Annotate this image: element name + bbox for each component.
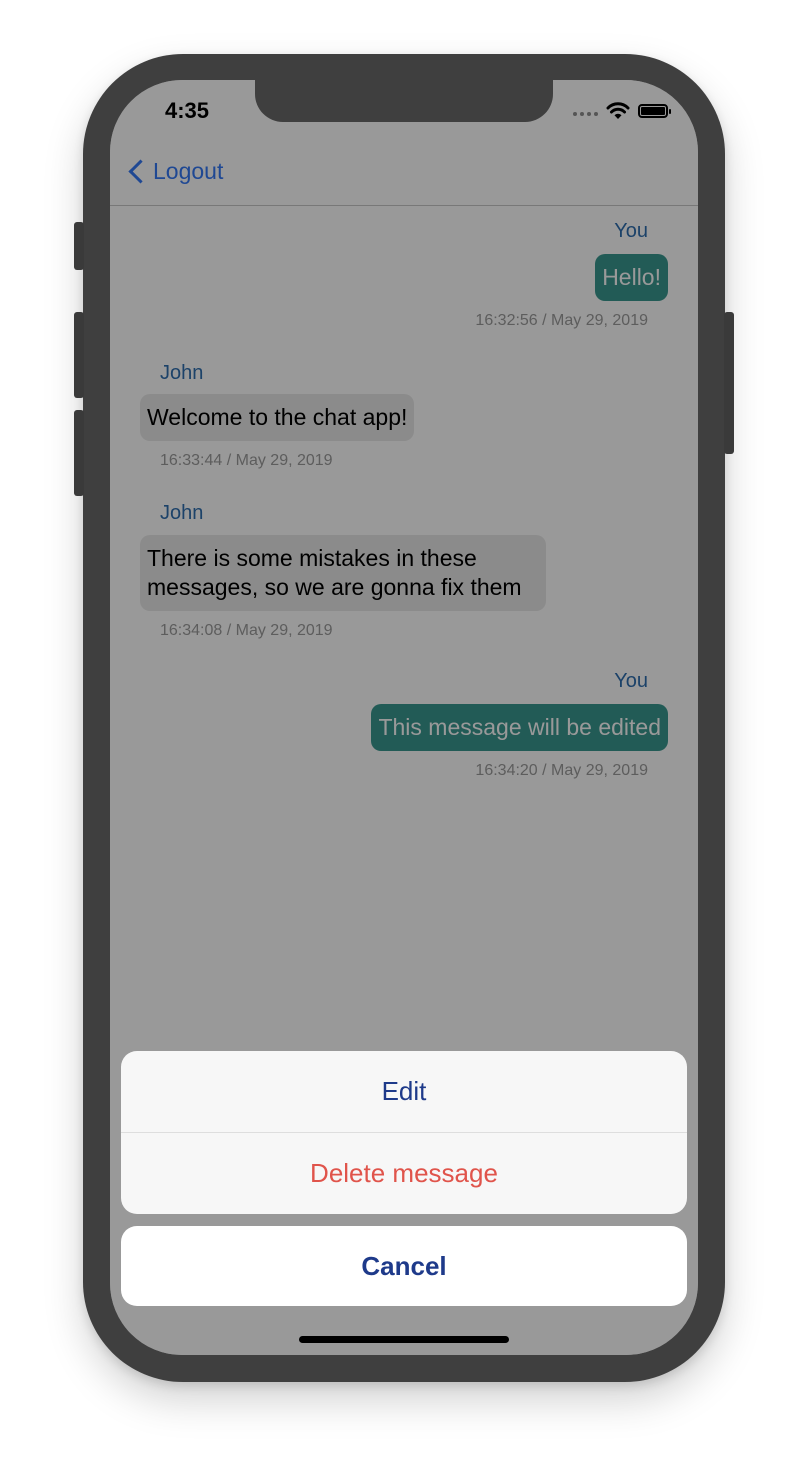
battery-icon [638,104,671,118]
action-sheet: Edit Delete message [121,1051,687,1214]
notch [255,80,553,122]
volume-up-button [74,312,84,398]
edit-button[interactable]: Edit [121,1051,687,1132]
home-indicator [299,1336,509,1343]
volume-down-button [74,410,84,496]
power-button [724,312,734,454]
screen: 4:35 Logout You Hello! 16:32:56 / May 29… [110,80,698,1355]
mute-switch [74,222,84,270]
wifi-icon [606,102,630,119]
status-icons [573,102,671,120]
cancel-button[interactable]: Cancel [121,1226,687,1306]
signal-icon [573,112,598,116]
delete-message-button[interactable]: Delete message [121,1132,687,1214]
status-time: 4:35 [165,98,210,123]
